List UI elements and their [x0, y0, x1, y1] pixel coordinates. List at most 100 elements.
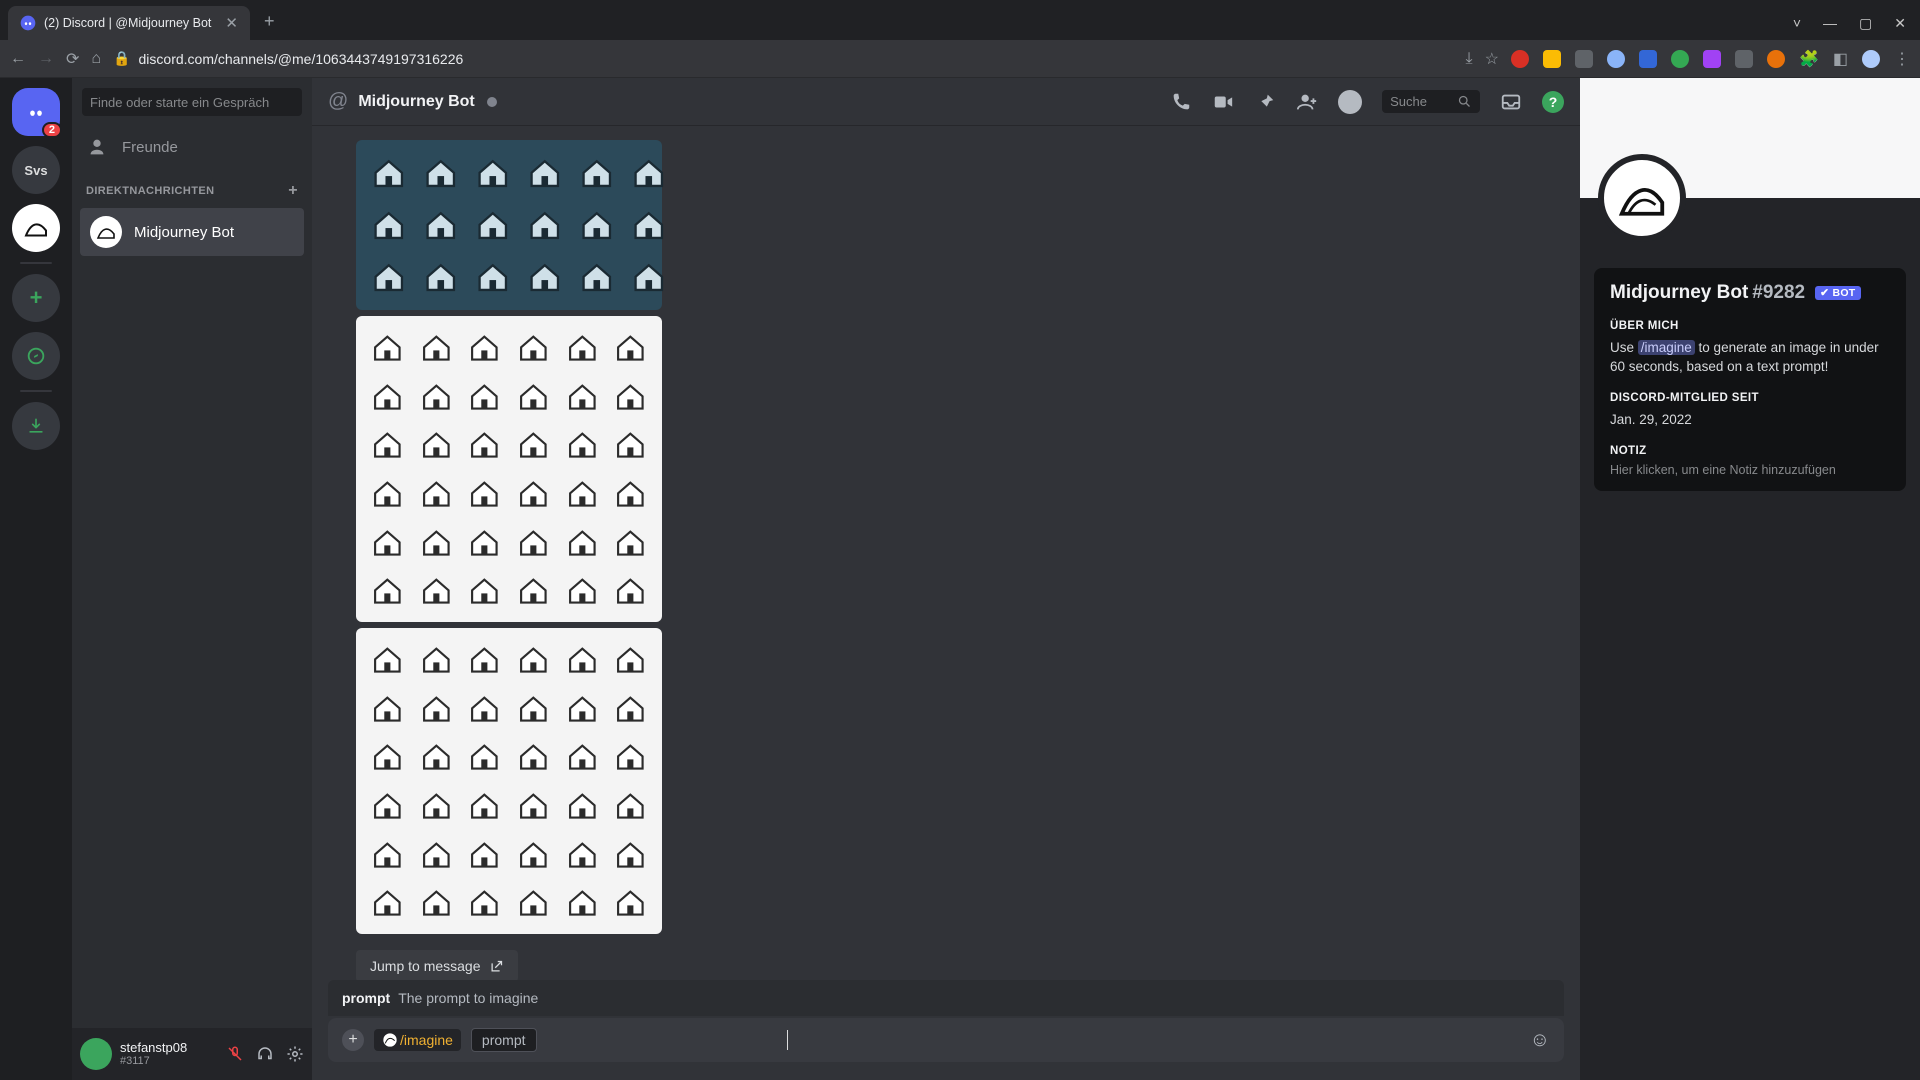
window-minimize-button[interactable]: —	[1823, 15, 1837, 32]
imagine-command-mention[interactable]: /imagine	[1638, 340, 1695, 355]
command-app-icon	[382, 1032, 398, 1048]
about-text: Use /imagine to generate an image in und…	[1610, 338, 1890, 376]
discord-home-button[interactable]: 2	[12, 88, 60, 136]
create-dm-button[interactable]: +	[288, 182, 298, 200]
generated-image[interactable]	[356, 628, 662, 934]
extension-icon[interactable]	[1543, 50, 1561, 68]
bot-badge: ✔ BOT	[1815, 286, 1860, 300]
install-icon[interactable]: ⤓	[1466, 50, 1473, 68]
dm-item-midjourney[interactable]: Midjourney Bot	[80, 208, 304, 256]
house-icon	[463, 638, 506, 681]
new-tab-button[interactable]: +	[264, 11, 275, 32]
explore-servers-button[interactable]	[12, 332, 60, 380]
side-panel-icon[interactable]: ◧	[1833, 49, 1848, 69]
house-icon	[561, 375, 604, 418]
house-icon	[463, 687, 506, 730]
home-button[interactable]: ⌂	[91, 50, 101, 68]
status-dot	[487, 97, 497, 107]
extensions-puzzle-icon[interactable]: 🧩	[1799, 49, 1819, 69]
download-apps-button[interactable]	[12, 402, 60, 450]
slash-command-chip[interactable]: /imagine	[374, 1029, 461, 1051]
profile-name: Midjourney Bot	[1610, 282, 1748, 304]
find-conversation-input[interactable]: Finde oder starte ein Gespräch	[82, 88, 302, 116]
user-avatar[interactable]	[80, 1038, 112, 1070]
video-call-button[interactable]	[1212, 91, 1234, 113]
jump-to-message-button[interactable]: Jump to message	[356, 950, 518, 982]
add-friends-button[interactable]	[1296, 91, 1318, 113]
search-input[interactable]: Suche	[1382, 90, 1480, 113]
house-icon	[463, 784, 506, 827]
house-icon	[463, 521, 506, 564]
generated-image[interactable]: /*placeholder*/	[356, 140, 662, 310]
deafen-button[interactable]	[256, 1045, 274, 1063]
chevron-down-icon[interactable]: ˅	[1793, 15, 1801, 32]
user-settings-button[interactable]	[286, 1045, 304, 1063]
house-icon	[463, 569, 506, 612]
house-icon	[366, 735, 409, 778]
guild-svs[interactable]: Svs	[12, 146, 60, 194]
browser-tab[interactable]: (2) Discord | @Midjourney Bot ✕	[8, 6, 250, 40]
message-composer[interactable]: + /imagine prompt ☺	[328, 1018, 1564, 1062]
house-icon	[561, 423, 604, 466]
attach-button[interactable]: +	[342, 1029, 364, 1051]
house-icon	[463, 326, 506, 369]
extension-icon[interactable]	[1735, 50, 1753, 68]
extension-icon[interactable]	[1703, 50, 1721, 68]
window-maximize-button[interactable]: ▢	[1859, 15, 1872, 32]
command-param-hint: promptThe prompt to imagine	[328, 980, 1564, 1016]
friends-tab[interactable]: Freunde	[72, 126, 312, 168]
house-icon	[512, 521, 555, 564]
bookmark-star-icon[interactable]: ☆	[1485, 49, 1499, 69]
house-icon	[463, 472, 506, 515]
kebab-menu-icon[interactable]: ⋮	[1894, 49, 1910, 69]
house-icon	[470, 150, 516, 196]
house-icon	[415, 326, 458, 369]
dm-avatar	[90, 216, 122, 248]
text-cursor	[787, 1030, 788, 1050]
voice-call-button[interactable]	[1170, 91, 1192, 113]
extension-icon[interactable]	[1671, 50, 1689, 68]
add-server-button[interactable]: +	[12, 274, 60, 322]
emoji-picker-button[interactable]: ☺	[1530, 1029, 1550, 1052]
help-button[interactable]: ?	[1542, 91, 1564, 113]
pinned-messages-button[interactable]	[1254, 91, 1276, 113]
inbox-button[interactable]	[1500, 91, 1522, 113]
house-icon	[609, 638, 652, 681]
house-icon	[522, 202, 568, 248]
lock-icon: 🔒	[113, 50, 130, 67]
house-icon	[418, 150, 464, 196]
channel-header: @ Midjourney Bot Suche ?	[312, 78, 1580, 126]
extension-icon[interactable]	[1607, 50, 1625, 68]
profile-avatar-icon[interactable]	[1862, 50, 1880, 68]
reload-button[interactable]: ⟳	[66, 49, 79, 69]
address-bar[interactable]: 🔒 discord.com/channels/@me/1063443749197…	[113, 50, 1453, 67]
house-icon	[415, 423, 458, 466]
house-icon	[512, 423, 555, 466]
window-close-button[interactable]: ✕	[1894, 15, 1906, 32]
profile-avatar[interactable]	[1598, 154, 1686, 242]
show-profile-button[interactable]	[1338, 90, 1362, 114]
house-icon	[512, 881, 555, 924]
mute-mic-button[interactable]	[226, 1045, 244, 1063]
extension-icon[interactable]	[1511, 50, 1529, 68]
generated-image[interactable]	[356, 316, 662, 622]
extension-icon[interactable]	[1575, 50, 1593, 68]
member-since-heading: DISCORD-MITGLIED SEIT	[1610, 392, 1890, 404]
house-icon	[366, 150, 412, 196]
dm-header: DIREKTNACHRICHTEN	[86, 185, 214, 197]
house-icon	[626, 150, 672, 196]
note-input[interactable]: Hier klicken, um eine Notiz hinzuzufügen	[1610, 463, 1890, 477]
extension-icon[interactable]	[1639, 50, 1657, 68]
command-param-chip[interactable]: prompt	[471, 1028, 537, 1052]
forward-button[interactable]: →	[38, 50, 54, 68]
house-icon	[463, 423, 506, 466]
tab-close-icon[interactable]: ✕	[225, 14, 238, 32]
guild-midjourney[interactable]	[12, 204, 60, 252]
channel-title: Midjourney Bot	[358, 93, 474, 111]
messages-area[interactable]: /*placeholder*/ Jump to message	[312, 126, 1580, 1080]
url-text: discord.com/channels/@me/106344374919731…	[139, 51, 464, 67]
house-icon	[561, 735, 604, 778]
house-icon	[512, 569, 555, 612]
extension-icon[interactable]	[1767, 50, 1785, 68]
back-button[interactable]: ←	[10, 50, 26, 68]
